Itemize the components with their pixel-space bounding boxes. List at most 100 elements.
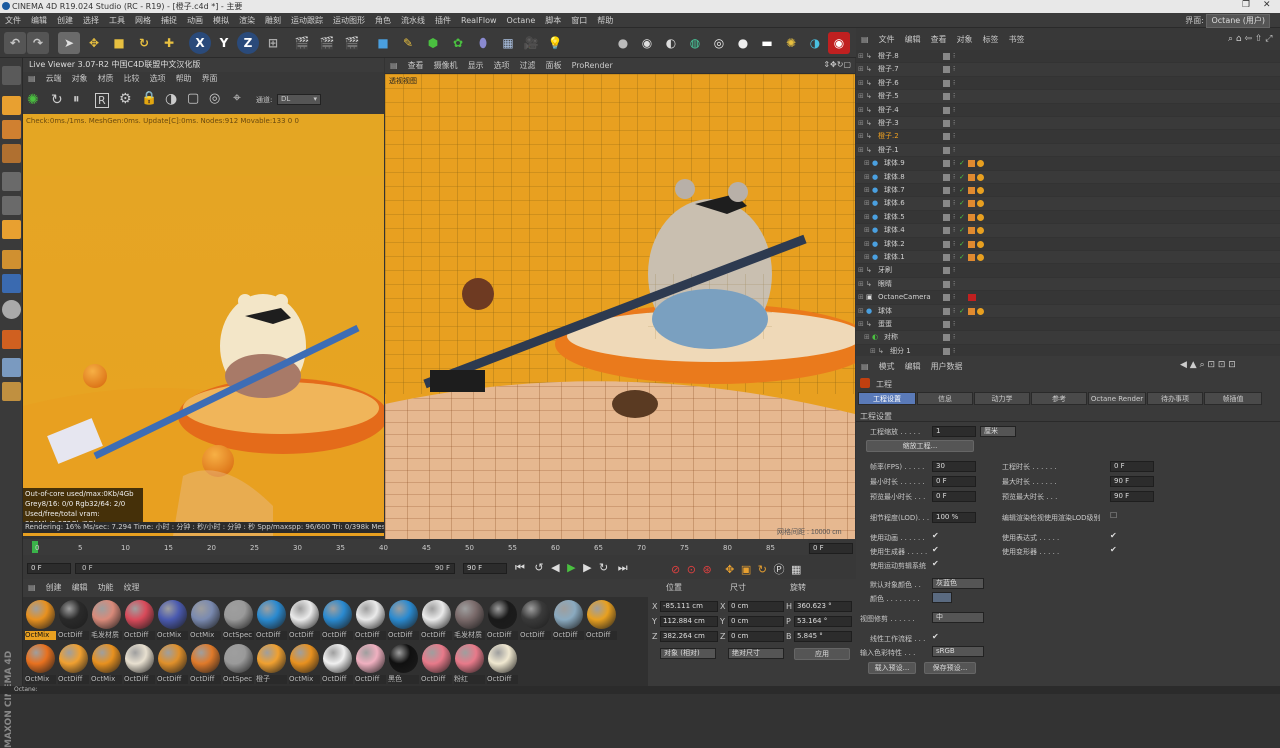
visibility-icon[interactable]: ⁝ [953, 77, 955, 90]
expand-icon[interactable]: ⊞ [858, 63, 864, 76]
material-swatch[interactable]: OctDiff [256, 599, 287, 641]
goto-start-icon[interactable]: ⏮ [515, 561, 525, 574]
attribute-menu-icon[interactable]: ▤ [856, 360, 874, 374]
expand-icon[interactable]: ⊞ [858, 318, 864, 331]
next-frame-icon[interactable]: ▶ [583, 561, 591, 574]
lv-menu-item[interactable]: 界面 [197, 72, 223, 86]
grid-snap-icon[interactable] [2, 358, 21, 377]
object-row[interactable]: ⊞ ● 球体.8 ⁝ ✓ [856, 170, 1280, 184]
material-swatch[interactable]: OctDiff [355, 599, 386, 641]
visibility-icon[interactable]: ⁝ [953, 291, 955, 304]
tag-icon[interactable] [968, 173, 975, 181]
menu-item[interactable]: 动画 [182, 13, 208, 28]
use-deformer-checkbox[interactable]: ✔ [1110, 545, 1117, 554]
octane-target-icon[interactable]: ◎ [708, 32, 730, 54]
use-animation-checkbox[interactable]: ✔ [932, 531, 939, 540]
octane-hdri-icon[interactable]: ◑ [804, 32, 826, 54]
material-swatch[interactable]: OctMix [289, 643, 320, 685]
attribute-tab[interactable]: 参考 [1031, 392, 1087, 405]
lod-checkbox[interactable]: ☐ [1110, 511, 1117, 520]
expand-icon[interactable]: ⊞ [858, 278, 864, 291]
visibility-icon[interactable]: ⁝ [953, 238, 955, 251]
material-swatch[interactable]: OctMix [190, 599, 221, 641]
material-swatch[interactable]: OctDiff [355, 643, 386, 685]
attribute-nav-icon[interactable]: ◀ ▲ ⌕ ⊡ ⊡ ⊡ [1180, 360, 1236, 370]
layer-icon[interactable] [943, 254, 950, 261]
rotate-tool-icon[interactable]: ↻ [133, 32, 155, 54]
viewport-menu-item[interactable]: 选项 [489, 58, 515, 73]
object-menu-item[interactable]: 文件 [874, 33, 900, 47]
expand-icon[interactable]: ⊞ [864, 238, 870, 251]
material-swatch[interactable]: OctMix [91, 643, 122, 685]
enabled-check-icon[interactable]: ✓ [959, 171, 965, 184]
object-row[interactable]: ⊞ ▣ OctaneCamera ⁝ [856, 291, 1280, 305]
menu-item[interactable]: 捕捉 [156, 13, 182, 28]
layer-icon[interactable] [943, 240, 950, 248]
size-field[interactable]: 0 cm [728, 601, 784, 612]
expand-icon[interactable]: ⊞ [864, 171, 870, 184]
polygons-mode-icon[interactable] [2, 220, 21, 239]
viewport-scene[interactable]: 透视视图 网格间距 : 10000 cm [385, 74, 855, 539]
object-nav-icon[interactable]: ⌕ ⌂ ⇦ ⇧ ⤢ [1228, 34, 1272, 44]
tag-icon[interactable] [968, 187, 975, 194]
material-swatch[interactable]: OctDiff [289, 599, 320, 641]
input-color-dropdown[interactable]: sRGB [932, 646, 984, 657]
viewport-menu-item[interactable]: 面板 [541, 58, 567, 73]
expand-icon[interactable]: ⊞ [858, 291, 864, 304]
layer-icon[interactable] [943, 93, 950, 101]
start-frame-field[interactable]: 0 F [27, 563, 71, 574]
material-swatch[interactable]: OctDiff [322, 599, 353, 641]
tweak-mode-icon[interactable] [2, 274, 21, 293]
scale-field[interactable]: 1 [932, 426, 976, 437]
viewport-menu-item[interactable]: 查看 [403, 58, 429, 73]
z-axis-icon[interactable]: Z [237, 32, 259, 54]
attribute-tab[interactable]: 待办事项 [1147, 392, 1203, 405]
menu-item[interactable]: 创建 [52, 13, 78, 28]
object-row[interactable]: ⊞ ↳ 橙子.3 ⁝ [856, 117, 1280, 131]
render-picture-icon[interactable]: 🎬 [316, 32, 338, 54]
layer-icon[interactable] [943, 334, 950, 342]
add-tool-icon[interactable]: ✚ [158, 32, 180, 54]
y-axis-icon[interactable]: Y [213, 32, 235, 54]
material-swatch[interactable]: 粉红 [454, 643, 485, 685]
save-preset-button[interactable]: 保存预设... [924, 662, 976, 674]
layer-icon[interactable] [943, 213, 950, 221]
position-field[interactable]: 112.884 cm [660, 616, 718, 627]
lv-menu-item[interactable]: 材质 [93, 72, 119, 86]
key-move-icon[interactable]: ✥ [725, 563, 734, 576]
object-menu-item[interactable]: 标签 [978, 33, 1004, 47]
workplane-icon[interactable] [2, 144, 21, 163]
layer-icon[interactable] [943, 66, 950, 74]
visibility-icon[interactable]: ⁝ [953, 331, 955, 344]
visibility-icon[interactable]: ⁝ [953, 117, 955, 130]
tag-icon[interactable] [968, 307, 975, 315]
material-swatch[interactable]: OctSpec [223, 643, 254, 685]
layer-icon[interactable] [943, 347, 950, 355]
layer-icon[interactable] [943, 267, 950, 275]
play-icon[interactable]: ▶ [567, 561, 575, 574]
scale-tool-icon[interactable]: ■ [108, 32, 130, 54]
visibility-icon[interactable]: ⁝ [953, 278, 955, 291]
material-swatch[interactable]: 黑色 [388, 643, 419, 685]
layer-icon[interactable] [943, 53, 950, 60]
enabled-check-icon[interactable]: ✓ [959, 184, 965, 197]
material-tag-icon[interactable] [977, 254, 984, 261]
record-icon[interactable]: ⊘ [671, 563, 680, 576]
layer-icon[interactable] [943, 120, 950, 127]
viewport-menu-item[interactable]: ProRender [567, 58, 618, 73]
viewport-menu-item[interactable]: 摄像机 [429, 58, 463, 73]
visibility-icon[interactable]: ⁝ [953, 184, 955, 197]
material-tag-icon[interactable] [977, 307, 984, 315]
tag-icon[interactable] [968, 240, 975, 248]
material-swatch[interactable]: OctDiff [487, 599, 518, 641]
object-row[interactable]: ⊞ ↳ 橙子.6 ⁝ [856, 76, 1280, 91]
visibility-icon[interactable]: ⁝ [953, 264, 955, 277]
expand-icon[interactable]: ⊞ [858, 77, 864, 90]
range-slider[interactable]: 0 F 90 F [75, 563, 455, 574]
coord-system-icon[interactable]: ⊞ [262, 32, 284, 54]
preview-max-field[interactable]: 90 F [1110, 491, 1154, 502]
material-swatch[interactable]: OctDiff [124, 599, 155, 641]
channel-dropdown[interactable]: DL ▾ [277, 94, 321, 105]
visibility-icon[interactable]: ⁝ [953, 318, 955, 331]
layer-icon[interactable] [943, 321, 950, 328]
